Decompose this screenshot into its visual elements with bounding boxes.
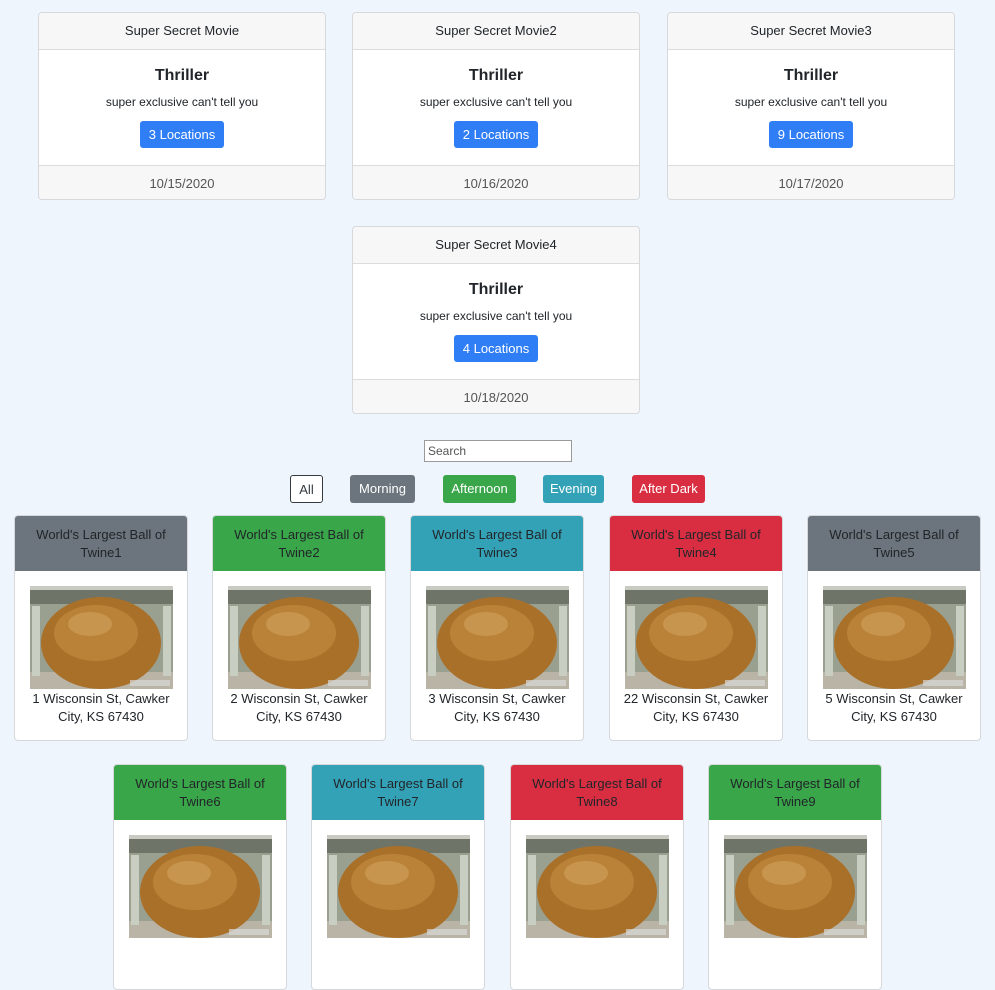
filter-morning-button[interactable]: Morning xyxy=(350,475,415,503)
twine-ball-image xyxy=(823,586,966,689)
location-card: World's Largest Ball of Twine6 xyxy=(113,764,287,990)
movie-date: 10/17/2020 xyxy=(668,165,954,199)
location-name: World's Largest Ball of Twine6 xyxy=(114,765,286,820)
movie-date: 10/18/2020 xyxy=(353,379,639,413)
filter-all-button[interactable]: All xyxy=(290,475,323,503)
movie-genre: Thriller xyxy=(468,67,524,84)
location-card: World's Largest Ball of Twine9 xyxy=(708,764,882,990)
location-name: World's Largest Ball of Twine5 xyxy=(808,516,980,571)
movie-title: Super Secret Movie xyxy=(39,13,325,50)
location-card: World's Largest Ball of Twine4 22 Wiscons… xyxy=(609,515,783,741)
locations-button[interactable]: 9 Locations xyxy=(768,121,854,148)
locations-button[interactable]: 2 Locations xyxy=(453,121,539,148)
location-image xyxy=(823,586,966,689)
location-name: World's Largest Ball of Twine9 xyxy=(709,765,881,820)
movie-card: Super Secret Movie4 Thriller super exclu… xyxy=(352,226,640,414)
twine-ball-image xyxy=(625,586,768,689)
location-address: 1 Wisconsin St, Cawker City, KS 67430 xyxy=(32,691,170,724)
movie-description: super exclusive can't tell you xyxy=(734,95,888,109)
movie-body: Thriller super exclusive can't tell you … xyxy=(39,50,325,165)
movie-genre: Thriller xyxy=(154,67,210,84)
movie-description: super exclusive can't tell you xyxy=(105,95,259,109)
location-image xyxy=(625,586,768,689)
location-card: World's Largest Ball of Twine7 xyxy=(311,764,485,990)
location-image xyxy=(30,586,173,689)
movie-genre: Thriller xyxy=(783,67,839,84)
location-address: 3 Wisconsin St, Cawker City, KS 67430 xyxy=(428,691,566,724)
search-input[interactable] xyxy=(424,440,572,462)
movie-title: Super Secret Movie3 xyxy=(668,13,954,50)
movie-card: Super Secret Movie2 Thriller super exclu… xyxy=(352,12,640,200)
location-card: World's Largest Ball of Twine1 1 Wisconsi… xyxy=(14,515,188,741)
location-card: World's Largest Ball of Twine8 xyxy=(510,764,684,990)
location-address: 22 Wisconsin St, Cawker City, KS 67430 xyxy=(623,691,769,724)
filter-afternoon-button[interactable]: Afternoon xyxy=(443,475,516,503)
locations-button[interactable]: 3 Locations xyxy=(139,121,225,148)
location-card: World's Largest Ball of Twine3 3 Wisconsi… xyxy=(410,515,584,741)
location-name: World's Largest Ball of Twine2 xyxy=(213,516,385,571)
location-image xyxy=(327,835,470,938)
locations-button[interactable]: 4 Locations xyxy=(453,335,539,362)
location-name: World's Largest Ball of Twine7 xyxy=(312,765,484,820)
location-name: World's Largest Ball of Twine1 xyxy=(15,516,187,571)
movie-card: Super Secret Movie3 Thriller super exclu… xyxy=(667,12,955,200)
movie-date: 10/16/2020 xyxy=(353,165,639,199)
movie-description: super exclusive can't tell you xyxy=(419,95,573,109)
movie-date: 10/15/2020 xyxy=(39,165,325,199)
location-name: World's Largest Ball of Twine4 xyxy=(610,516,782,571)
location-card: World's Largest Ball of Twine2 2 Wisconsi… xyxy=(212,515,386,741)
twine-ball-image xyxy=(724,835,867,938)
filter-after-dark-button[interactable]: After Dark xyxy=(632,475,705,503)
movie-body: Thriller super exclusive can't tell you … xyxy=(353,50,639,165)
movie-body: Thriller super exclusive can't tell you … xyxy=(668,50,954,165)
location-image xyxy=(724,835,867,938)
twine-ball-image xyxy=(228,586,371,689)
movie-body: Thriller super exclusive can't tell you … xyxy=(353,264,639,379)
movie-description: super exclusive can't tell you xyxy=(419,309,573,323)
movie-title: Super Secret Movie2 xyxy=(353,13,639,50)
twine-ball-image xyxy=(526,835,669,938)
filter-evening-button[interactable]: Evening xyxy=(543,475,604,503)
location-name: World's Largest Ball of Twine3 xyxy=(411,516,583,571)
twine-ball-image xyxy=(30,586,173,689)
location-address: 5 Wisconsin St, Cawker City, KS 67430 xyxy=(825,691,963,724)
location-name: World's Largest Ball of Twine8 xyxy=(511,765,683,820)
movie-title: Super Secret Movie4 xyxy=(353,227,639,264)
location-image xyxy=(426,586,569,689)
twine-ball-image xyxy=(327,835,470,938)
movie-genre: Thriller xyxy=(468,281,524,298)
movie-card: Super Secret Movie Thriller super exclus… xyxy=(38,12,326,200)
location-card: World's Largest Ball of Twine5 5 Wisconsi… xyxy=(807,515,981,741)
twine-ball-image xyxy=(426,586,569,689)
location-image xyxy=(129,835,272,938)
location-image xyxy=(526,835,669,938)
location-address: 2 Wisconsin St, Cawker City, KS 67430 xyxy=(230,691,368,724)
location-image xyxy=(228,586,371,689)
twine-ball-image xyxy=(129,835,272,938)
